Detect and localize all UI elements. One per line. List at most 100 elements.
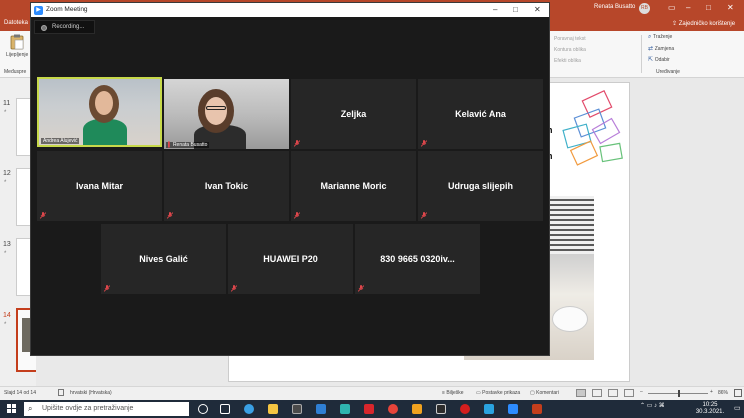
task-view-icon[interactable] — [220, 404, 230, 414]
app-icon[interactable] — [436, 404, 446, 414]
clock[interactable]: 10:25 30.3.2021. — [690, 402, 730, 416]
app-icon[interactable] — [340, 404, 350, 414]
ribbon-display-icon[interactable]: ▭ — [668, 3, 676, 12]
avatar[interactable]: RB — [639, 3, 650, 14]
normal-view-icon[interactable] — [576, 389, 586, 397]
transition-star-icon: * — [4, 322, 7, 328]
mic-muted-icon — [40, 212, 46, 219]
align-text-button[interactable]: Poravnaj tekst — [554, 36, 586, 42]
close-icon[interactable]: ✕ — [727, 3, 734, 12]
time: 10:25 — [702, 402, 718, 408]
participant-tile[interactable]: Marianne Moric — [291, 151, 416, 221]
zoom-out-button[interactable]: – — [640, 389, 643, 395]
maximize-icon[interactable]: □ — [513, 5, 518, 14]
transition-star-icon: * — [4, 180, 7, 186]
zoom-in-button[interactable]: + — [710, 389, 713, 395]
slide-number: 12 — [3, 170, 11, 177]
chrome-icon[interactable] — [388, 404, 398, 414]
date: 30.3.2021. — [695, 409, 725, 415]
close-icon[interactable]: ✕ — [534, 5, 541, 14]
participant-tile[interactable]: 830 9665 0320iv... — [355, 224, 480, 294]
recording-label: Recording... — [52, 24, 85, 30]
powerpoint-app-icon[interactable] — [532, 404, 542, 414]
find-button[interactable]: ⌕ Traženje — [648, 34, 672, 41]
comments-button[interactable]: ▢ Komentari — [530, 390, 559, 396]
cursor-icon: ⇱ — [648, 57, 655, 63]
participant-tile[interactable]: HUAWEI P20 — [228, 224, 353, 294]
account-name[interactable]: Renata Busatto — [594, 4, 635, 10]
slide-sorter-icon[interactable] — [592, 389, 602, 397]
language-status[interactable]: hrvatski (Hrvatska) — [70, 390, 112, 396]
notes-label: Bilješke — [446, 390, 464, 396]
shape-effects-button[interactable]: Efekti oblika — [554, 58, 581, 64]
display-settings-button[interactable]: ▭ Postavke prikaza — [476, 390, 520, 396]
participant-tile[interactable]: Udruga slijepih — [418, 151, 543, 221]
participant-video — [95, 91, 113, 115]
replace-button[interactable]: ⇄ Zamjena — [648, 45, 674, 52]
system-tray[interactable]: ⌃ ▭ ♪ ⌘ — [640, 402, 665, 409]
slide-counter: Slajd 14 od 14 — [4, 390, 36, 396]
comments-label: Komentari — [536, 390, 559, 396]
store-icon[interactable] — [292, 404, 302, 414]
reading-view-icon[interactable] — [608, 389, 618, 397]
minimize-icon[interactable]: – — [493, 5, 497, 14]
participant-tile[interactable]: Zeljka — [291, 79, 416, 149]
spellcheck-icon[interactable] — [58, 389, 64, 396]
participant-tile[interactable]: Ivan Tokic — [164, 151, 289, 221]
taskbar-search[interactable]: ⌕ Upišite ovdje za pretraživanje — [24, 402, 189, 416]
select-button[interactable]: ⇱ Odabir — [648, 56, 670, 63]
participant-name: Kelavić Ana — [455, 109, 506, 119]
paste-label: Lijepljenje — [6, 52, 29, 58]
recording-indicator[interactable]: Recording... — [34, 20, 95, 34]
zoom-titlebar: ▶ Zoom Meeting – □ ✕ — [31, 3, 549, 17]
participant-name: Zeljka — [340, 109, 367, 119]
mic-muted-icon — [421, 140, 427, 147]
zoom-slider-thumb[interactable] — [678, 390, 680, 397]
participant-name: Ivan Tokic — [204, 181, 249, 191]
shape-outline-button[interactable]: Kontura oblika — [554, 47, 586, 53]
file-explorer-icon[interactable] — [268, 404, 278, 414]
zoom-app-icon[interactable] — [508, 404, 518, 414]
mic-muted-icon — [167, 212, 173, 219]
participant-name-with-mute: ▌ Renata Busatto — [166, 142, 210, 148]
taskbar: ⌕ Upišite ovdje za pretraživanje ⌃ ▭ ♪ ⌘… — [0, 400, 744, 418]
opera-icon[interactable] — [460, 404, 470, 414]
minimize-icon[interactable]: – — [686, 3, 690, 12]
participant-tile-video[interactable]: Andrea Alujević — [37, 77, 162, 147]
mic-muted-icon — [358, 285, 364, 292]
paste-button[interactable]: Lijepljenje — [6, 34, 28, 64]
app-icon[interactable] — [484, 404, 494, 414]
clipboard-group-label: Međuspre — [4, 69, 27, 75]
participant-name: Ivana Mitar — [75, 181, 124, 191]
mic-muted-icon — [104, 285, 110, 292]
app-icon[interactable] — [364, 404, 374, 414]
tab-file[interactable]: Datoteka — [4, 20, 28, 26]
app-icon[interactable] — [412, 404, 422, 414]
participant-tile-video[interactable]: ▌ Renata Busatto — [164, 79, 289, 149]
share-button[interactable]: ⇪ Zajedničko korištenje — [672, 20, 735, 27]
participant-tile[interactable]: Nives Galić — [101, 224, 226, 294]
participant-tile[interactable]: Ivana Mitar — [37, 151, 162, 221]
search-icon: ⌕ — [28, 404, 33, 413]
share-icon: ⇪ — [672, 21, 679, 27]
transition-star-icon: * — [4, 251, 7, 257]
mic-muted-icon: ▌ — [168, 142, 172, 148]
editing-group-label: Uređivanje — [656, 69, 680, 75]
notes-button[interactable]: ≡ Bilješke — [442, 390, 464, 396]
zoom-level[interactable]: 86% — [718, 390, 728, 396]
mic-muted-icon — [294, 140, 300, 147]
windows-start-icon[interactable] — [7, 404, 17, 414]
fit-slide-icon[interactable] — [734, 389, 742, 397]
edge-icon[interactable] — [244, 404, 254, 414]
maximize-icon[interactable]: □ — [706, 3, 711, 12]
slideshow-icon[interactable] — [624, 389, 634, 397]
mail-icon[interactable] — [316, 404, 326, 414]
display-settings-label: Postavke prikaza — [482, 390, 521, 396]
replace-label: Zamjena — [654, 46, 675, 52]
notifications-icon[interactable]: ▭ — [734, 404, 741, 412]
participant-name: Andrea Alujević — [41, 138, 80, 144]
zoom-slider[interactable] — [648, 390, 708, 397]
cortana-icon[interactable] — [198, 404, 208, 414]
slide-number: 13 — [3, 241, 11, 248]
participant-tile[interactable]: Kelavić Ana — [418, 79, 543, 149]
